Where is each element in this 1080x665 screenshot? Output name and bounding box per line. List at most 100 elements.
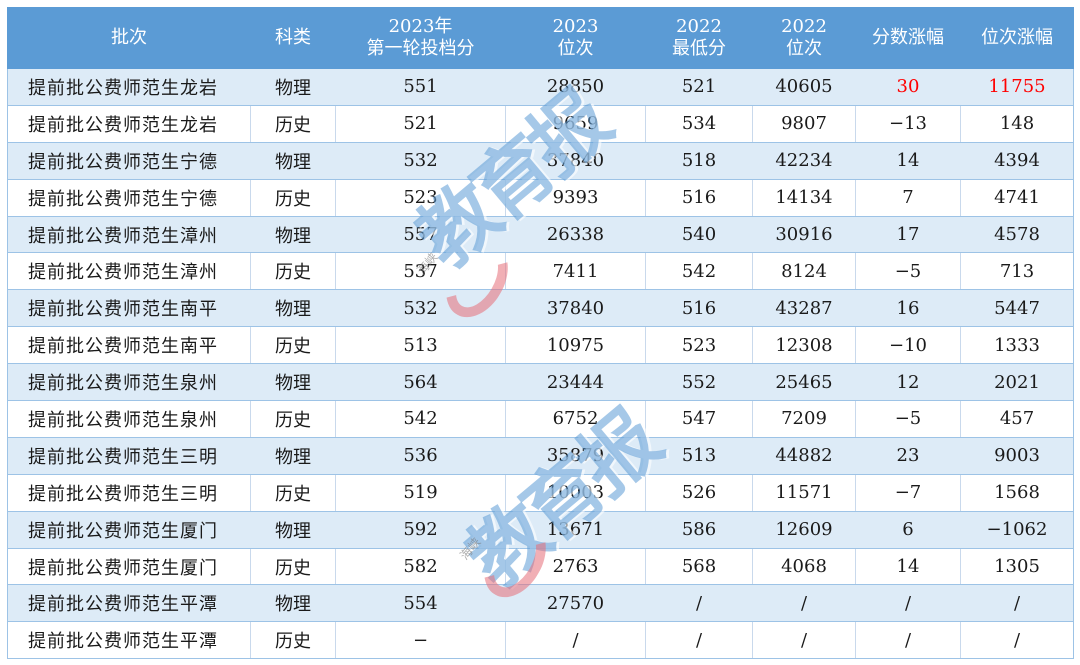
cell-batch: 提前批公费师范生南平 xyxy=(7,326,251,365)
cell-score-2023: 523 xyxy=(335,178,506,217)
cell-min-score-2022: 521 xyxy=(645,68,753,106)
cell-subject: 物理 xyxy=(250,68,336,106)
cell-batch: 提前批公费师范生龙岩 xyxy=(7,68,251,106)
cell-min-score-2022: / xyxy=(645,584,753,623)
header-2023-score: 2023年 第一轮投档分 xyxy=(335,7,506,69)
cell-min-score-2022: 518 xyxy=(645,141,753,180)
cell-score-change: −5 xyxy=(855,400,961,438)
cell-rank-2023: 13671 xyxy=(505,510,646,549)
cell-rank-2023: 2763 xyxy=(505,547,646,586)
cell-batch: 提前批公费师范生泉州 xyxy=(7,400,251,438)
cell-rank-2022: 40605 xyxy=(752,68,856,106)
cell-score-2023: 542 xyxy=(335,400,506,438)
cell-batch: 提前批公费师范生三明 xyxy=(7,436,251,475)
cell-rank-2022: 43287 xyxy=(752,289,856,328)
cell-score-change: 17 xyxy=(855,215,961,254)
cell-score-2023: 532 xyxy=(335,289,506,328)
cell-rank-change: 457 xyxy=(960,400,1074,438)
cell-score-change: 23 xyxy=(855,436,961,475)
cell-rank-2023: 9659 xyxy=(505,104,646,143)
cell-min-score-2022: 547 xyxy=(645,400,753,438)
cell-score-change: 7 xyxy=(855,178,961,217)
cell-score-change: 14 xyxy=(855,547,961,586)
cell-score-2023: 557 xyxy=(335,215,506,254)
header-2023-rank: 2023 位次 xyxy=(505,7,646,69)
cell-rank-2022: 14134 xyxy=(752,178,856,217)
cell-subject: 历史 xyxy=(250,326,336,365)
cell-min-score-2022: 526 xyxy=(645,473,753,512)
table-row: 提前批公费师范生龙岩 历史 521 9659 534 9807 −13 148 xyxy=(7,104,1074,143)
table-row: 提前批公费师范生泉州 物理 564 23444 552 25465 12 2021 xyxy=(7,363,1074,402)
cell-rank-change: 4578 xyxy=(960,215,1074,254)
cell-rank-2022: 42234 xyxy=(752,141,856,180)
cell-batch: 提前批公费师范生泉州 xyxy=(7,363,251,402)
cell-min-score-2022: 513 xyxy=(645,436,753,475)
cell-min-score-2022: 516 xyxy=(645,289,753,328)
cell-batch: 提前批公费师范生漳州 xyxy=(7,252,251,291)
header-score-change: 分数涨幅 xyxy=(855,7,961,69)
cell-batch: 提前批公费师范生厦门 xyxy=(7,547,251,586)
cell-rank-2022: 9807 xyxy=(752,104,856,143)
cell-subject: 历史 xyxy=(250,400,336,438)
cell-subject: 历史 xyxy=(250,473,336,512)
cell-score-change: 12 xyxy=(855,363,961,402)
cell-rank-2022: 12609 xyxy=(752,510,856,549)
cell-rank-change: / xyxy=(960,584,1074,623)
cell-rank-2022: 44882 xyxy=(752,436,856,475)
cell-rank-2022: / xyxy=(752,621,856,660)
table-row: 提前批公费师范生平潭 历史 − / / / / / xyxy=(7,621,1074,660)
cell-score-2023: 513 xyxy=(335,326,506,365)
cell-rank-change: 4394 xyxy=(960,141,1074,180)
cell-rank-2023: 6752 xyxy=(505,400,646,438)
table-row: 提前批公费师范生南平 物理 532 37840 516 43287 16 5447 xyxy=(7,289,1074,328)
cell-subject: 历史 xyxy=(250,621,336,660)
table-row: 提前批公费师范生厦门 物理 592 13671 586 12609 6 −1062 xyxy=(7,510,1074,549)
cell-rank-change: 9003 xyxy=(960,436,1074,475)
cell-subject: 物理 xyxy=(250,141,336,180)
table-row: 提前批公费师范生泉州 历史 542 6752 547 7209 −5 457 xyxy=(7,400,1074,438)
cell-score-2023: 592 xyxy=(335,510,506,549)
header-subject: 科类 xyxy=(250,7,336,69)
cell-score-2023: 521 xyxy=(335,104,506,143)
cell-subject: 历史 xyxy=(250,104,336,143)
cell-min-score-2022: 523 xyxy=(645,326,753,365)
cell-batch: 提前批公费师范生平潭 xyxy=(7,584,251,623)
cell-rank-change: 1333 xyxy=(960,326,1074,365)
cell-rank-change: 5447 xyxy=(960,289,1074,328)
table-row: 提前批公费师范生漳州 历史 537 7411 542 8124 −5 713 xyxy=(7,252,1074,291)
cell-rank-2022: 25465 xyxy=(752,363,856,402)
cell-score-change: −5 xyxy=(855,252,961,291)
table-header-row: 批次 科类 2023年 第一轮投档分 2023 位次 2022 最低分 2022… xyxy=(7,7,1074,69)
cell-score-2023: 582 xyxy=(335,547,506,586)
table-row: 提前批公费师范生三明 物理 536 35879 513 44882 23 9003 xyxy=(7,436,1074,475)
table-row: 提前批公费师范生漳州 物理 557 26338 540 30916 17 4578 xyxy=(7,215,1074,254)
cell-rank-2023: 23444 xyxy=(505,363,646,402)
cell-rank-change: 148 xyxy=(960,104,1074,143)
table-row: 提前批公费师范生平潭 物理 554 27570// / / xyxy=(7,584,1074,623)
cell-score-change: 6 xyxy=(855,510,961,549)
admission-score-table: 批次 科类 2023年 第一轮投档分 2023 位次 2022 最低分 2022… xyxy=(7,7,1074,660)
cell-min-score-2022: 552 xyxy=(645,363,753,402)
cell-min-score-2022: 540 xyxy=(645,215,753,254)
cell-batch: 提前批公费师范生龙岩 xyxy=(7,104,251,143)
cell-score-2023: 551 xyxy=(335,68,506,106)
cell-subject: 物理 xyxy=(250,510,336,549)
header-batch: 批次 xyxy=(7,7,251,69)
cell-min-score-2022: / xyxy=(645,621,753,660)
cell-min-score-2022: 568 xyxy=(645,547,753,586)
cell-batch: 提前批公费师范生厦门 xyxy=(7,510,251,549)
cell-batch: 提前批公费师范生宁德 xyxy=(7,141,251,180)
table-row: 提前批公费师范生宁德 历史 523 9393 516 14134 7 4741 xyxy=(7,178,1074,217)
cell-subject: 历史 xyxy=(250,178,336,217)
table-row: 提前批公费师范生三明 历史 519 10003 526 11571 −7 1568 xyxy=(7,473,1074,512)
table-row: 提前批公费师范生厦门 历史 582 2763 568 4068 14 1305 xyxy=(7,547,1074,586)
cell-rank-change: 2021 xyxy=(960,363,1074,402)
cell-batch: 提前批公费师范生三明 xyxy=(7,473,251,512)
cell-rank-2023: 10975 xyxy=(505,326,646,365)
cell-rank-change: 1305 xyxy=(960,547,1074,586)
cell-score-change: −7 xyxy=(855,473,961,512)
cell-score-2023: − xyxy=(335,621,506,660)
cell-rank-2023: 27570 xyxy=(505,584,646,623)
cell-rank-2023: 35879 xyxy=(505,436,646,475)
cell-rank-2022: / xyxy=(752,584,856,623)
